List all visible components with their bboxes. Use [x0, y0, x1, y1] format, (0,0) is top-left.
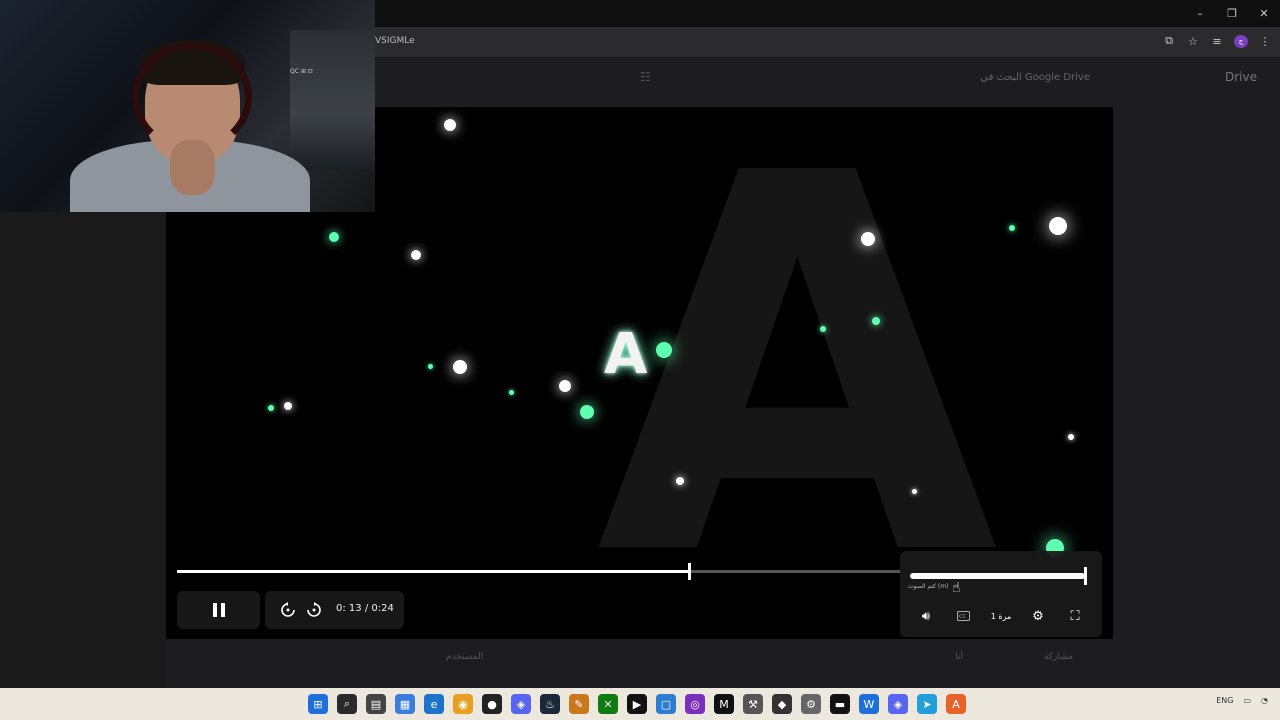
time-display: 0: 13 / 0:24: [336, 603, 394, 614]
volume-slider[interactable]: [910, 567, 1087, 585]
store-icon[interactable]: ▦: [395, 694, 415, 714]
pause-control: [177, 591, 260, 629]
particle-dot: [453, 360, 467, 374]
particle-dot: [444, 119, 456, 131]
seek-bar[interactable]: [177, 563, 901, 580]
particle-dot: [329, 232, 339, 242]
drive-logo[interactable]: Drive: [1225, 70, 1257, 84]
drive-search-input[interactable]: البحث في Google Drive: [980, 72, 1090, 83]
minimize-button[interactable]: –: [1184, 0, 1216, 27]
forward-10-icon[interactable]: [305, 601, 323, 619]
rewind-10-icon[interactable]: [279, 601, 297, 619]
particle-dot: [509, 390, 514, 395]
drive-left-strip: [0, 212, 166, 688]
particle-dot: [820, 326, 826, 332]
pause-icon[interactable]: [213, 603, 225, 617]
particle-dot: [580, 405, 594, 419]
particle-dot: [411, 250, 421, 260]
restore-button[interactable]: ❐: [1216, 0, 1248, 27]
steam-icon[interactable]: ♨: [540, 694, 560, 714]
capcut-icon[interactable]: ▶: [627, 694, 647, 714]
particle-dot: [861, 232, 875, 246]
language-indicator[interactable]: ENG: [1216, 696, 1233, 705]
xbox-icon[interactable]: ✕: [598, 694, 618, 714]
install-icon[interactable]: ⧉: [1162, 34, 1176, 48]
particle-dot: [428, 364, 433, 369]
mouse-cursor-icon: ☝: [952, 580, 961, 596]
file-user: المستخدم: [446, 652, 484, 662]
star-icon[interactable]: ☆: [1186, 35, 1200, 48]
terminal-icon[interactable]: ▬: [830, 694, 850, 714]
particle-dot: [1009, 225, 1015, 231]
volume-handle[interactable]: [1084, 567, 1087, 585]
obs-icon[interactable]: ●: [482, 694, 502, 714]
volume-panel: كتم الصوت (m) 🔊︎ CC 1 مرة ⚙ ⛶: [900, 551, 1102, 637]
media-control-icon[interactable]: ≡: [1210, 35, 1224, 48]
playback-speed-button[interactable]: 1 مرة: [985, 601, 1017, 631]
search-icon[interactable]: ⌕: [337, 694, 357, 714]
webcam-hand: [170, 140, 215, 195]
particle-dot: [1068, 434, 1074, 440]
particle-dot: [1049, 217, 1067, 235]
fullscreen-icon[interactable]: ⛶: [1062, 601, 1088, 631]
settings-icon[interactable]: ⚙: [801, 694, 821, 714]
filter-icon[interactable]: ☷: [640, 70, 651, 84]
video-logo: A: [604, 322, 648, 387]
taskbar-apps: ⊞ ⌕ ▤ ▦ e ◉ ● ◈ ♨ ✎ ✕ ▶ ▢ ◎ M ⚒ ◆ ⚙ ▬ W ◈ ➤ A: [308, 694, 966, 714]
particle-dot: [872, 317, 880, 325]
captions-icon[interactable]: CC: [950, 601, 976, 631]
close-button[interactable]: ✕: [1248, 0, 1280, 27]
particle-dot: [559, 380, 571, 392]
profile-avatar[interactable]: ج: [1234, 34, 1248, 48]
task-view-icon[interactable]: ▤: [366, 694, 386, 714]
app-icon[interactable]: ▢: [656, 694, 676, 714]
webcam-shelf-label: QC ⊞ ⊡: [290, 68, 313, 75]
discord-icon[interactable]: ◈: [511, 694, 531, 714]
tool-icon[interactable]: ⚒: [743, 694, 763, 714]
webcam-overlay: QC ⊞ ⊡: [0, 0, 375, 212]
particle-dot: [284, 402, 292, 410]
screen: – ❐ ✕ VSIGMLe ⧉ ☆ ≡ ج ⋮ Drive البحث في G…: [0, 0, 1280, 720]
browser-menu-button[interactable]: ⋮: [1258, 35, 1272, 48]
discord-icon-2[interactable]: ◈: [888, 694, 908, 714]
video-background-letter: A: [596, 107, 999, 639]
chrome-icon[interactable]: ◉: [453, 694, 473, 714]
medium-icon[interactable]: M: [714, 694, 734, 714]
browser-actions: ⧉ ☆ ≡ ج ⋮: [1162, 34, 1272, 48]
pencil-icon[interactable]: ✎: [569, 694, 589, 714]
particle-dot: [656, 342, 672, 358]
network-icon[interactable]: ▭: [1243, 696, 1251, 705]
volume-level: [910, 573, 1085, 579]
onenote-icon[interactable]: ◎: [685, 694, 705, 714]
seek-handle[interactable]: [688, 563, 692, 580]
file-owner: أنا: [955, 652, 963, 662]
game-icon[interactable]: ◆: [772, 694, 792, 714]
webcam-headset: [132, 42, 252, 152]
particle-dot: [912, 489, 917, 494]
settings-icon[interactable]: ⚙: [1025, 601, 1051, 631]
drive-header: Drive البحث في Google Drive ☷: [375, 60, 1275, 100]
share-label: مشاركة: [1043, 652, 1073, 662]
time-controls: 0: 13 / 0:24: [265, 591, 404, 629]
player-controls-right: 🔊︎ CC 1 مرة ⚙ ⛶: [900, 601, 1102, 631]
webcam-shelf: [290, 30, 375, 170]
seek-bar-played: [177, 570, 690, 573]
edge-icon[interactable]: e: [424, 694, 444, 714]
clock-icon[interactable]: ◔: [1261, 696, 1268, 705]
app-icon-2[interactable]: A: [946, 694, 966, 714]
particle-dot: [268, 405, 274, 411]
page-title: VSIGMLe: [375, 36, 415, 46]
system-tray: ENG ▭ ◔: [1216, 696, 1268, 705]
title-strip: [375, 0, 1280, 27]
windows-icon[interactable]: ⊞: [308, 694, 328, 714]
svg-text:CC: CC: [959, 614, 966, 620]
window-controls: – ❐ ✕: [1184, 0, 1280, 27]
particle-dot: [676, 477, 684, 485]
taskbar: ⊞ ⌕ ▤ ▦ e ◉ ● ◈ ♨ ✎ ✕ ▶ ▢ ◎ M ⚒ ◆ ⚙ ▬ W ◈ ➤ A ENG ▭ ◔: [0, 688, 1280, 720]
volume-tooltip: كتم الصوت (m): [908, 583, 949, 590]
browser-toolbar: [375, 27, 1280, 57]
volume-icon[interactable]: 🔊︎: [913, 601, 939, 631]
wave-icon[interactable]: W: [859, 694, 879, 714]
telegram-icon[interactable]: ➤: [917, 694, 937, 714]
